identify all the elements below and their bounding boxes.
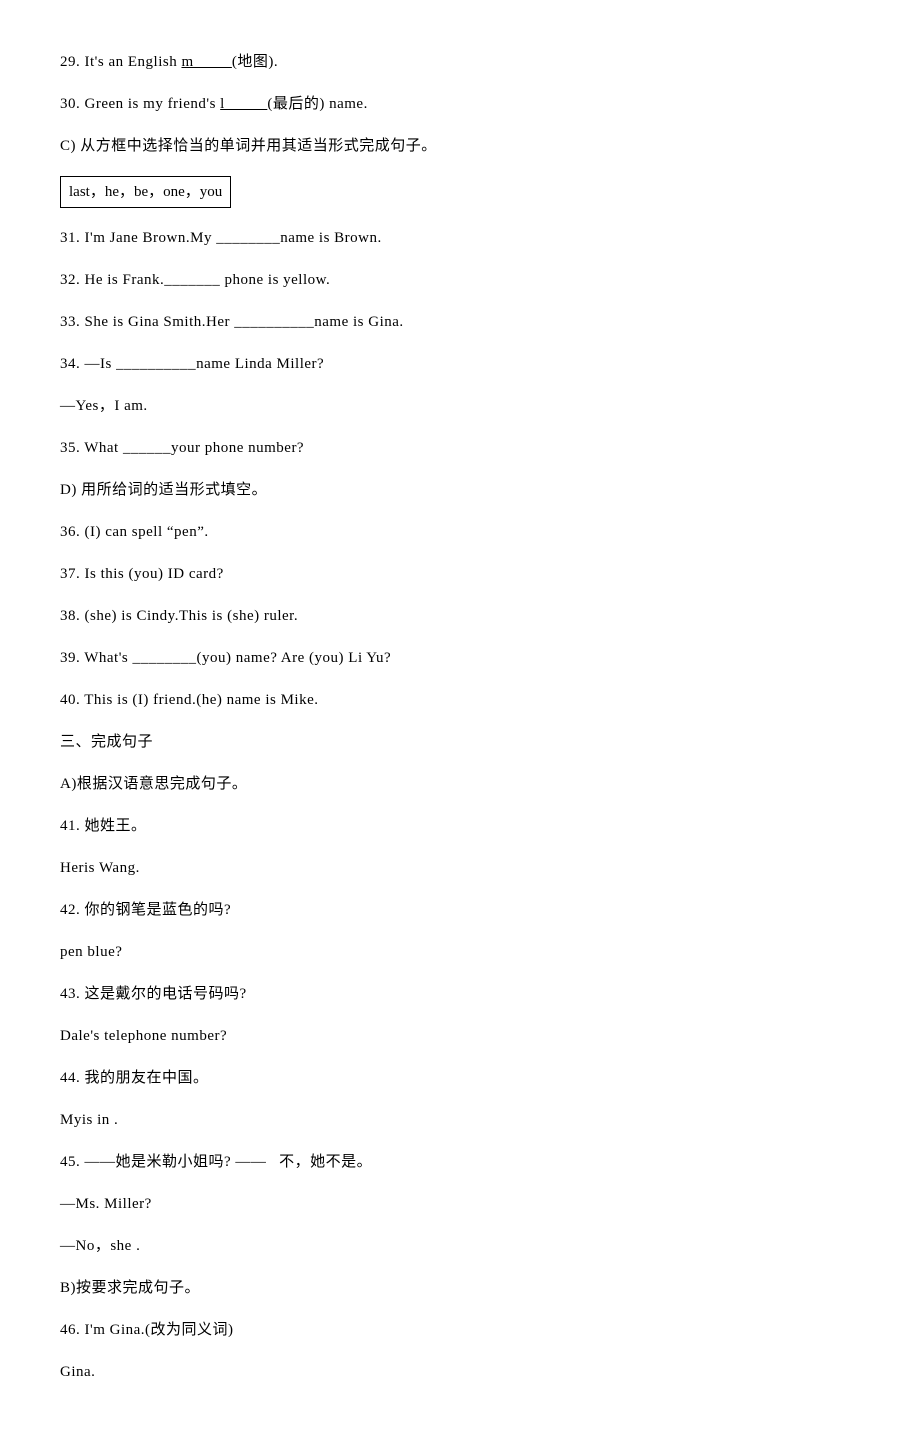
section-3-heading: 三、完成句子 <box>60 730 860 754</box>
question-36: 36. (I) can spell “pen”. <box>60 520 860 544</box>
question-30: 30. Green is my friend's l (最后的) name. <box>60 92 860 116</box>
question-29-text: 29. It's an English <box>60 54 181 70</box>
question-45-stem-b: —No，she . <box>60 1234 860 1258</box>
question-41-stem: Heris Wang. <box>60 856 860 880</box>
section-b-heading: B)按要求完成句子。 <box>60 1276 860 1300</box>
question-38: 38. (she) is Cindy.This is (she) ruler. <box>60 604 860 628</box>
section-d-heading: D) 用所给词的适当形式填空。 <box>60 478 860 502</box>
question-43: 43. 这是戴尔的电话号码吗? <box>60 982 860 1006</box>
question-31: 31. I'm Jane Brown.My ________name is Br… <box>60 226 860 250</box>
question-41: 41. 她姓王。 <box>60 814 860 838</box>
section-c-heading: C) 从方框中选择恰当的单词并用其适当形式完成句子。 <box>60 134 860 158</box>
question-42-stem: pen blue? <box>60 940 860 964</box>
question-34: 34. —Is __________name Linda Miller? <box>60 352 860 376</box>
question-30-text: 30. Green is my friend's <box>60 96 220 112</box>
word-selection-box: last，he，be，one，you <box>60 176 231 208</box>
question-40: 40. This is (I) friend.(he) name is Mike… <box>60 688 860 712</box>
question-44: 44. 我的朋友在中国。 <box>60 1066 860 1090</box>
section-a-heading: A)根据汉语意思完成句子。 <box>60 772 860 796</box>
question-42: 42. 你的钢笔是蓝色的吗? <box>60 898 860 922</box>
question-32: 32. He is Frank._______ phone is yellow. <box>60 268 860 292</box>
question-30-blank: l <box>220 96 267 112</box>
question-33: 33. She is Gina Smith.Her __________name… <box>60 310 860 334</box>
question-43-stem: Dale's telephone number? <box>60 1024 860 1048</box>
question-29-tail: (地图). <box>232 54 278 70</box>
question-46: 46. I'm Gina.(改为同义词) <box>60 1318 860 1342</box>
question-29-blank: m <box>181 54 231 70</box>
question-30-tail: (最后的) name. <box>267 96 367 112</box>
question-44-stem: Myis in . <box>60 1108 860 1132</box>
question-35: 35. What ______your phone number? <box>60 436 860 460</box>
question-45-stem-a: —Ms. Miller? <box>60 1192 860 1216</box>
question-37: 37. Is this (you) ID card? <box>60 562 860 586</box>
question-39: 39. What's ________(you) name? Are (you)… <box>60 646 860 670</box>
question-29: 29. It's an English m (地图). <box>60 50 860 74</box>
question-45: 45. ——她是米勒小姐吗? —— 不，她不是。 <box>60 1150 860 1174</box>
question-46-stem: Gina. <box>60 1360 860 1384</box>
question-34-answer: —Yes，I am. <box>60 394 860 418</box>
